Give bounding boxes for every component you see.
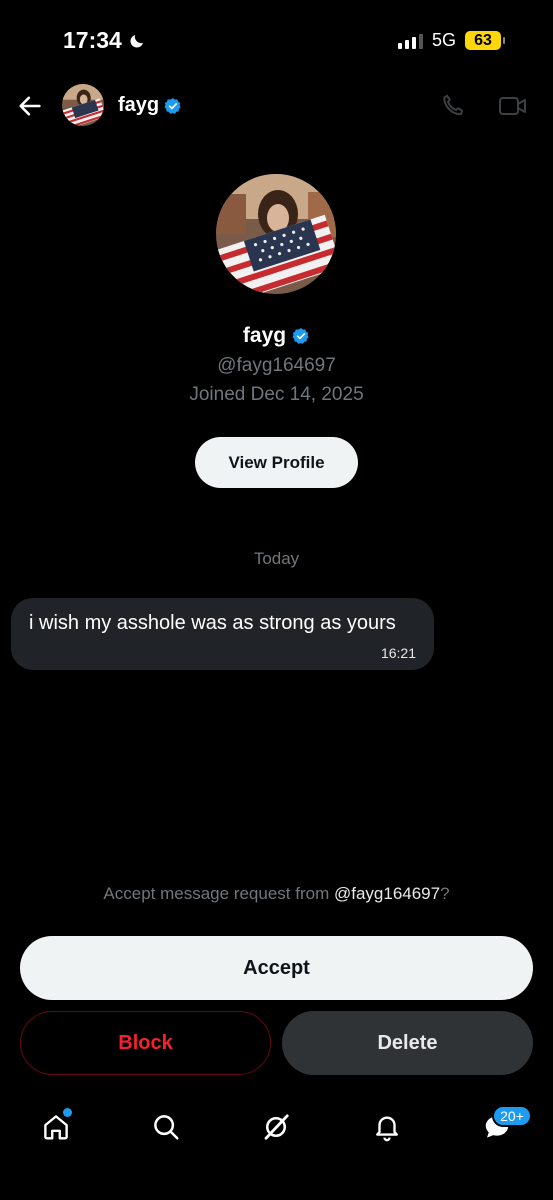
network-type: 5G	[431, 30, 456, 50]
accept-button[interactable]: Accept	[20, 936, 533, 1000]
profile-handle: @fayg164697	[217, 355, 336, 376]
tab-search[interactable]	[148, 1109, 184, 1145]
bottom-tab-bar	[0, 1095, 553, 1175]
tab-grok[interactable]	[258, 1109, 294, 1145]
battery-icon: 63	[465, 31, 505, 50]
status-time: 17:34	[63, 27, 146, 54]
back-arrow-icon[interactable]	[16, 92, 44, 120]
bell-icon	[376, 1116, 398, 1142]
search-icon	[154, 1115, 179, 1140]
request-prompt-suffix: ?	[440, 884, 450, 903]
moon-icon	[130, 34, 143, 48]
header-name-text: fayg	[118, 94, 160, 116]
request-handle[interactable]: @fayg164697	[334, 884, 440, 903]
video-call-icon[interactable]	[498, 94, 528, 118]
phone-icon[interactable]	[440, 92, 466, 118]
tab-notifications[interactable]	[369, 1109, 405, 1145]
verified-badge-icon	[164, 97, 181, 114]
grok-icon	[264, 1114, 289, 1140]
message-bubble[interactable]: i wish my asshole was as strong as yours…	[11, 598, 434, 670]
day-separator: Today	[253, 549, 300, 568]
conversation-header: fayg	[0, 82, 553, 130]
profile-name: fayg	[0, 324, 553, 348]
profile-name-text: fayg	[242, 324, 287, 347]
profile-joined-date: Joined Dec 14, 2025	[189, 384, 364, 405]
message-text: i wish my asshole was as strong as yours	[29, 612, 396, 634]
verified-badge-icon	[292, 328, 309, 344]
header-name[interactable]: fayg	[118, 94, 182, 117]
status-bar: 17:34 5G 63	[0, 0, 553, 80]
delete-button[interactable]: Delete	[282, 1011, 533, 1075]
request-prompt-prefix: Accept message request from	[103, 884, 334, 903]
status-indicators: 5G 63	[397, 30, 505, 51]
battery-level: 63	[474, 31, 492, 49]
view-profile-button[interactable]: View Profile	[195, 437, 358, 488]
message-timestamp: 16:21	[380, 645, 416, 661]
profile-avatar[interactable]	[216, 174, 336, 294]
home-notification-dot	[63, 1108, 72, 1117]
signal-icon	[397, 33, 423, 49]
clock-text: 17:34	[63, 27, 122, 53]
messages-count-badge: 20+	[492, 1105, 532, 1127]
tab-home[interactable]	[38, 1108, 74, 1145]
block-button[interactable]: Block	[20, 1011, 271, 1075]
header-avatar[interactable]	[62, 84, 104, 126]
request-prompt: Accept message request from @fayg164697?	[0, 884, 553, 904]
